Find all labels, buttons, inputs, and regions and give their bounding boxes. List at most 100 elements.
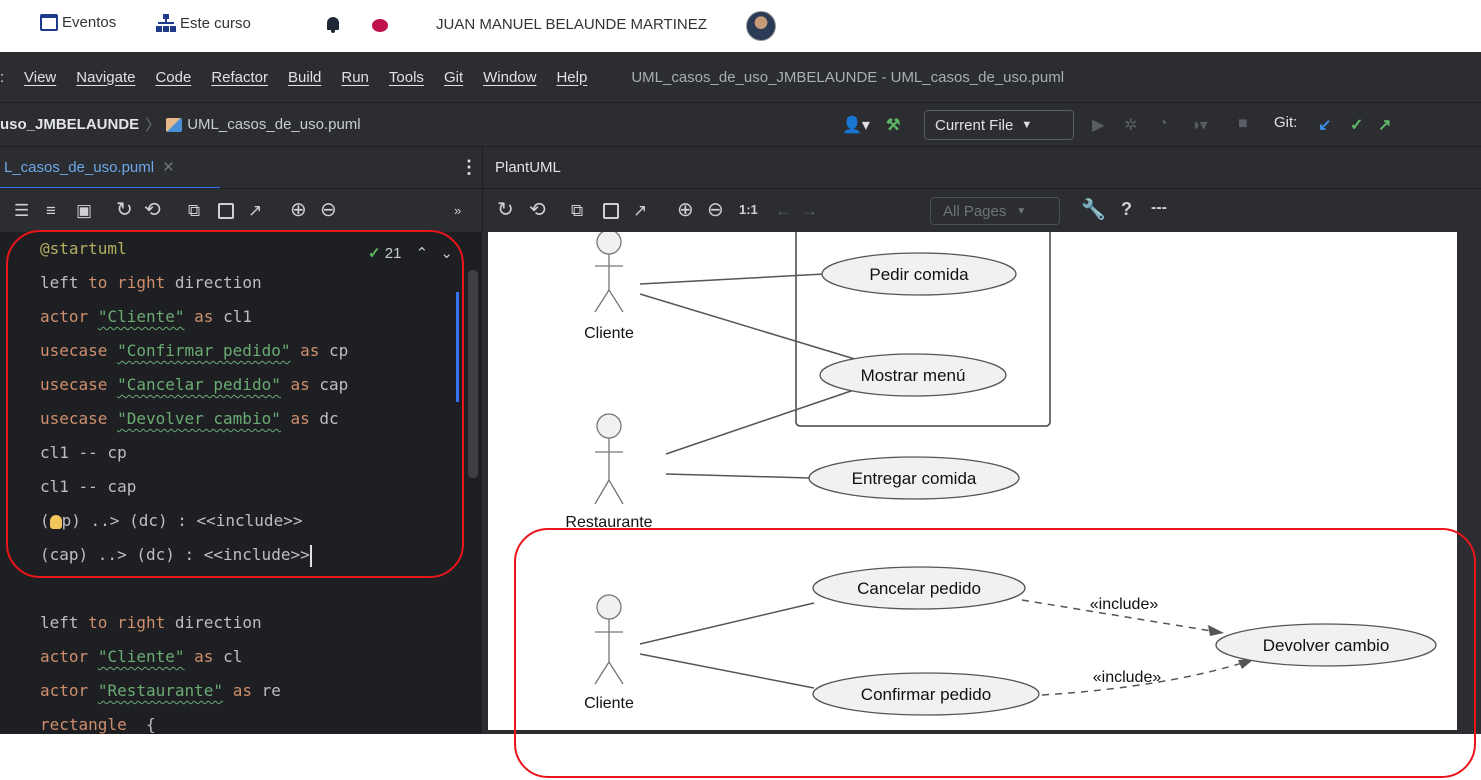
preview-zoom-in-icon[interactable]: ⊕ — [677, 197, 694, 222]
preview-zoom-out-icon[interactable]: ⊖ — [707, 197, 724, 222]
course-link[interactable]: Este curso — [156, 14, 251, 32]
code-line: left to right direction — [40, 266, 262, 300]
token-left: left — [40, 613, 79, 632]
zoom-out-icon[interactable]: ⊖ — [320, 197, 337, 222]
open-external-icon[interactable]: ↗ — [248, 201, 262, 221]
debug-icon[interactable]: ✲ — [1124, 115, 1137, 135]
git-push-icon[interactable]: ↗ — [1378, 115, 1391, 135]
preview-refresh-icon[interactable]: ↻ — [497, 197, 514, 222]
user-icon[interactable]: 👤▾ — [842, 115, 870, 135]
preview-only-icon[interactable]: ▣ — [76, 201, 92, 221]
menu-git[interactable]: Git — [444, 69, 463, 86]
usecase-pedir-comida[interactable]: Pedir comida — [821, 252, 1017, 296]
git-commit-icon[interactable]: ✓ — [1350, 115, 1363, 135]
more-options-button[interactable]: --- — [1151, 199, 1167, 217]
events-link[interactable]: Eventos — [40, 14, 116, 31]
more-vertical-icon[interactable]: ⋮ — [460, 157, 478, 178]
usecase-mostrar-menu[interactable]: Mostrar menú — [819, 353, 1007, 397]
alias: cl — [223, 647, 243, 666]
string-literal: "Cliente" — [97, 647, 185, 666]
keyword-as: as — [290, 409, 310, 428]
reload-icon[interactable]: ⟲ — [144, 197, 161, 222]
pages-select-label: All Pages — [943, 202, 1007, 220]
breadcrumb-project[interactable]: uso_JMBELAUNDE — [0, 116, 139, 133]
run-config-label: Current File — [935, 116, 1014, 134]
usecase-confirmar-pedido[interactable]: Confirmar pedido — [812, 672, 1040, 716]
uml-diagram: Cliente Restaurante Pedir comida Mostrar… — [565, 232, 1437, 716]
menu-build[interactable]: Build — [288, 69, 321, 86]
menu-code[interactable]: Code — [155, 69, 191, 86]
editor-and-preview-icon[interactable]: ≡ — [46, 201, 56, 221]
run-icon[interactable]: ▶ — [1092, 115, 1104, 135]
keyword-actor: actor — [40, 647, 89, 666]
actor-cliente-bottom[interactable] — [594, 594, 624, 685]
avatar[interactable] — [746, 11, 776, 41]
keyword-actor: actor — [40, 307, 89, 326]
puml-file-icon — [166, 117, 183, 132]
refresh-icon[interactable]: ↻ — [116, 197, 133, 222]
show-editor-icon[interactable]: ☰ — [14, 201, 29, 221]
menu-window[interactable]: Window — [483, 69, 536, 86]
profile-icon[interactable]: ◑▾ — [1190, 115, 1208, 135]
close-icon[interactable]: ✕ — [162, 158, 175, 176]
usecase-entregar-comida[interactable]: Entregar comida — [808, 456, 1020, 500]
inspection-widget[interactable]: ✓ 21 ⌃ ⌄ — [368, 244, 453, 262]
actor-label-restaurante: Restaurante — [565, 514, 652, 531]
build-hammer-icon[interactable]: ⚒ — [886, 115, 900, 135]
editor-scrollbar[interactable] — [468, 270, 478, 478]
menu-help[interactable]: Help — [556, 69, 587, 86]
run-config-select[interactable]: Current File ▼ — [924, 110, 1074, 140]
string-literal: "Restaurante" — [97, 681, 224, 700]
settings-wrench-icon[interactable]: 🔧 — [1081, 197, 1106, 222]
code-text: (cap) ..> (dc) : <<include>> — [40, 545, 310, 564]
code-editor[interactable]: ✓ 21 ⌃ ⌄ @startuml left to right directi… — [0, 232, 482, 734]
menu-tools[interactable]: Tools — [389, 69, 424, 86]
bell-icon[interactable] — [326, 17, 340, 33]
lightbulb-icon[interactable] — [49, 514, 62, 529]
next-page-icon[interactable]: → — [801, 201, 818, 221]
chat-icon[interactable] — [372, 19, 388, 32]
preview-open-external-icon[interactable]: ↗ — [633, 201, 647, 221]
menu-refactor[interactable]: Refactor — [211, 69, 268, 86]
previous-page-icon[interactable]: ← — [775, 201, 792, 221]
breadcrumb-file[interactable]: UML_casos_de_uso.puml — [187, 116, 360, 133]
copy-icon[interactable]: ⧉ — [188, 201, 200, 221]
chevron-up-icon[interactable]: ⌃ — [416, 245, 429, 262]
alias: cp — [329, 341, 349, 360]
save-icon[interactable] — [218, 203, 234, 219]
code-line: usecase "Confirmar pedido" as cp — [40, 334, 348, 368]
actual-size-button[interactable]: 1:1 — [739, 202, 758, 217]
usecase-cancelar-pedido[interactable]: Cancelar pedido — [812, 566, 1026, 610]
change-marker — [456, 292, 459, 402]
events-label: Eventos — [62, 14, 117, 31]
code-line: (p) ..> (dc) : <<include>> — [40, 511, 303, 530]
chevron-down-icon[interactable]: ⌄ — [440, 245, 453, 262]
keyword-as: as — [290, 375, 310, 394]
preview-save-icon[interactable] — [603, 203, 619, 219]
menu-run[interactable]: Run — [341, 69, 369, 86]
zoom-in-icon[interactable]: ⊕ — [290, 197, 307, 222]
git-update-icon[interactable]: ↙ — [1318, 115, 1331, 135]
usecase-devolver-cambio[interactable]: Devolver cambio — [1215, 623, 1437, 667]
pages-select[interactable]: All Pages ▼ — [930, 197, 1060, 225]
overflow-icon[interactable]: » — [454, 203, 461, 218]
usecase-label: Cancelar pedido — [857, 579, 981, 598]
tab-uml-file[interactable]: L_casos_de_uso.puml ✕ — [0, 147, 220, 189]
stop-icon[interactable]: ■ — [1238, 115, 1248, 133]
actor-label-cliente-top: Cliente — [584, 325, 634, 342]
help-button[interactable]: ? — [1121, 199, 1132, 220]
plantuml-tab[interactable]: PlantUML — [482, 146, 1481, 188]
menu-view[interactable]: View — [24, 69, 56, 86]
preview-copy-icon[interactable]: ⧉ — [571, 201, 583, 221]
keyword-as: as — [300, 341, 320, 360]
menu-navigate[interactable]: Navigate — [76, 69, 135, 86]
coverage-icon[interactable]: ◔ — [1158, 115, 1168, 133]
preview-reload-icon[interactable]: ⟲ — [529, 197, 546, 222]
diagram-preview[interactable]: Cliente Restaurante Pedir comida Mostrar… — [488, 232, 1457, 730]
screen: Eventos Este curso JUAN MANUEL BELAUNDE … — [0, 0, 1481, 780]
user-name[interactable]: JUAN MANUEL BELAUNDE MARTINEZ — [436, 16, 707, 33]
token-direction: direction — [174, 613, 262, 632]
editor-tab-bar: L_casos_de_uso.puml ✕ ⋮ — [0, 146, 482, 189]
actor-cliente-top[interactable] — [594, 232, 624, 313]
actor-restaurante[interactable] — [594, 413, 624, 505]
